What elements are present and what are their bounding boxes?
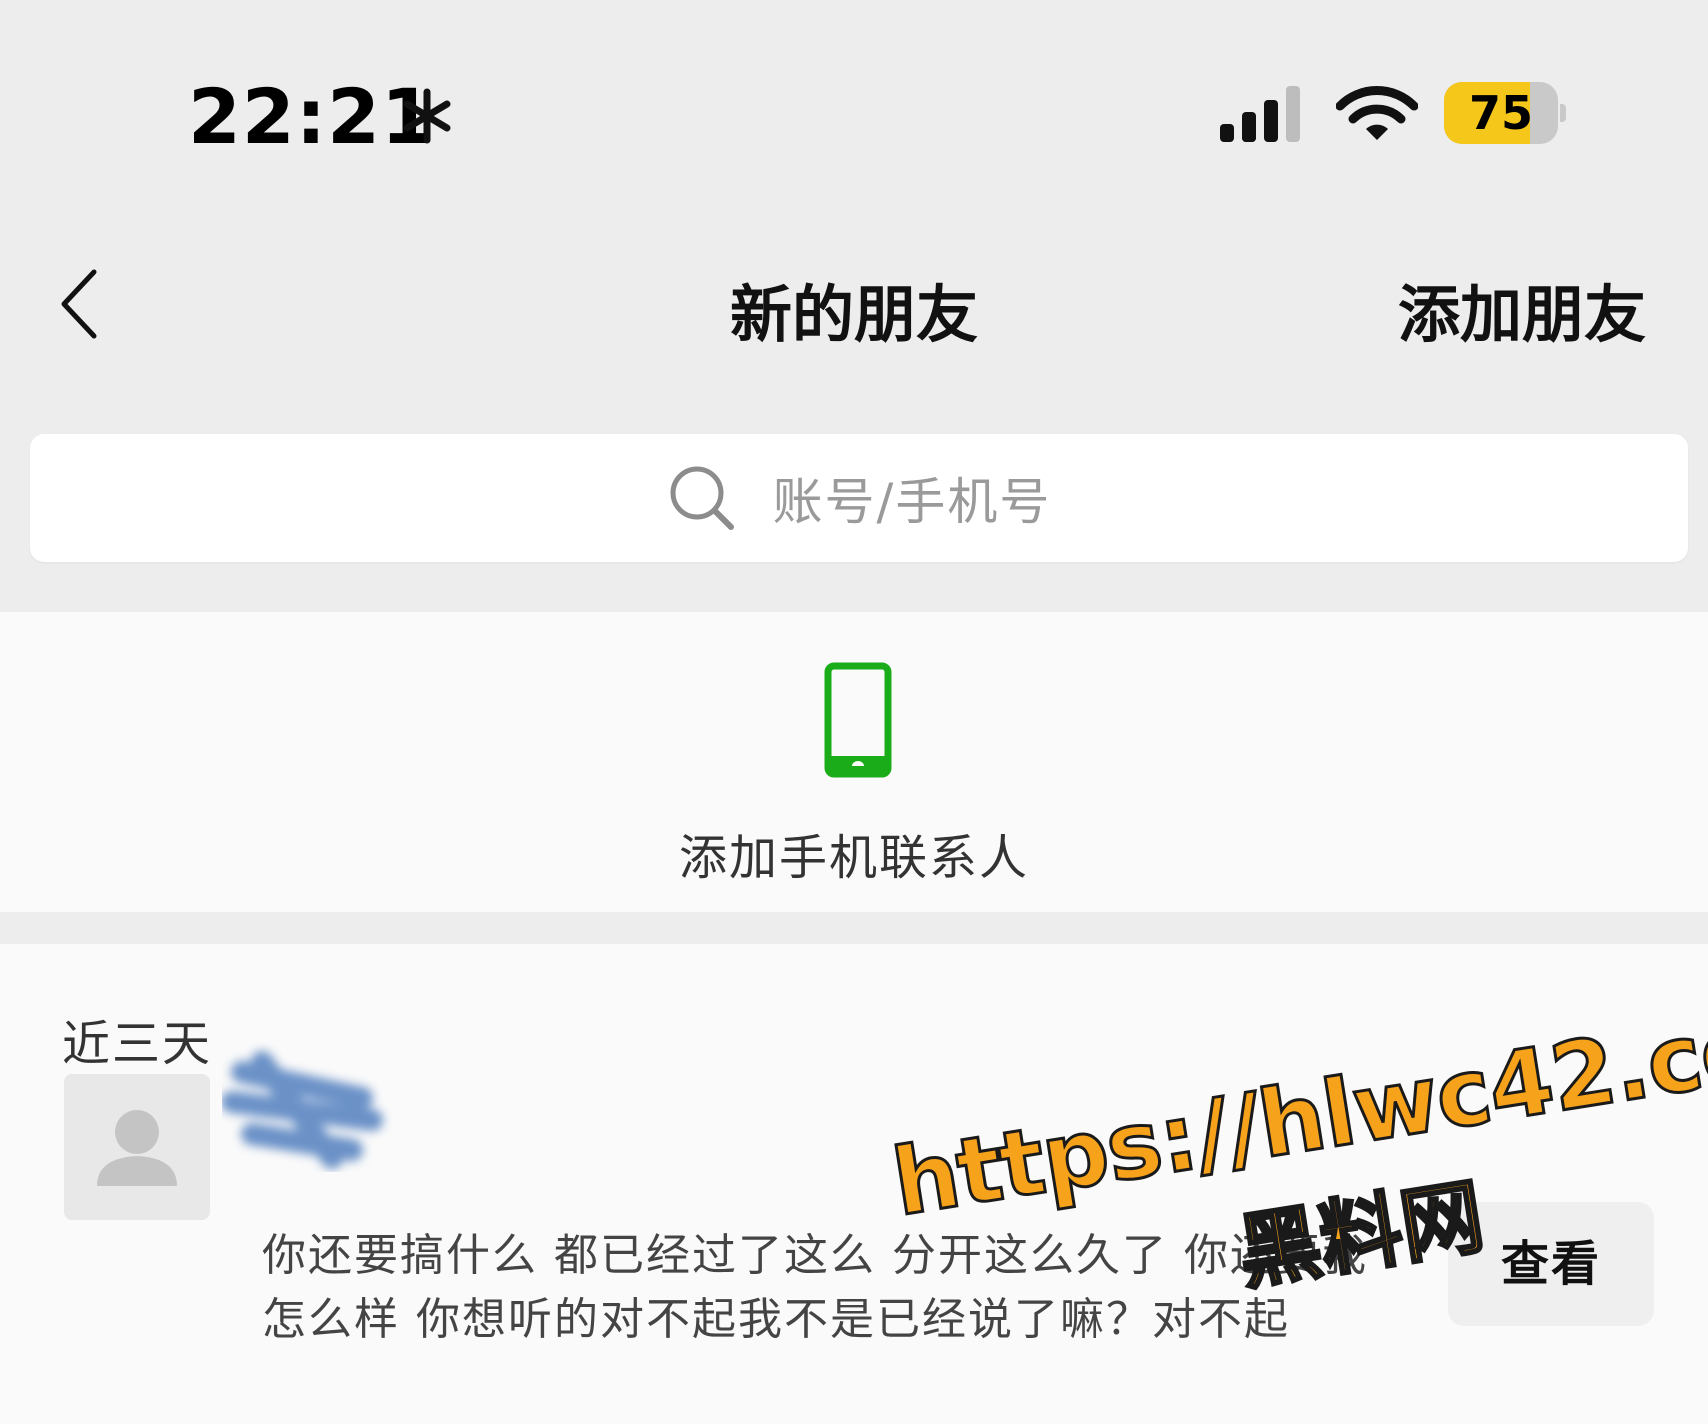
add-phone-contacts-label: 添加手机联系人	[678, 830, 1029, 886]
recent-requests-list: 近三天 你还要搞什么 都已经过了这么 分开这么久了 你还要我怎么样 你想听的对不…	[0, 944, 1708, 1424]
add-phone-contacts-button[interactable]: 添加手机联系人	[0, 612, 1708, 912]
list-item[interactable]: 你还要搞什么 都已经过了这么 分开这么久了 你还要我怎么样 你想听的对不起我不是…	[0, 1051, 1708, 1424]
wifi-icon	[1336, 86, 1418, 140]
snowflake-icon	[403, 88, 451, 144]
chevron-left-icon[interactable]	[56, 264, 116, 344]
view-button[interactable]: 查看	[1448, 1202, 1654, 1326]
battery-percentage: 75	[1468, 86, 1533, 140]
search-placeholder: 账号/手机号	[772, 473, 1052, 531]
navigation-bar: 新的朋友 添加朋友	[0, 230, 1708, 370]
search-input[interactable]: 账号/手机号	[30, 434, 1688, 562]
section-header: 近三天	[62, 1016, 213, 1072]
request-message: 你还要搞什么 都已经过了这么 分开这么久了 你还要我怎么样 你想听的对不起我不是…	[262, 1230, 1368, 1345]
mobile-phone-icon	[824, 662, 892, 778]
search-icon	[670, 466, 734, 530]
status-time: 22:21	[188, 72, 435, 161]
add-friend-button[interactable]: 添加朋友	[1398, 264, 1646, 354]
status-bar: 22:21 75	[0, 0, 1708, 230]
cellular-signal-icon	[1220, 86, 1300, 142]
redacted-name	[222, 1051, 383, 1169]
battery-icon: 75	[1444, 82, 1566, 144]
avatar[interactable]	[64, 1074, 210, 1220]
default-avatar-icon	[97, 1110, 177, 1186]
